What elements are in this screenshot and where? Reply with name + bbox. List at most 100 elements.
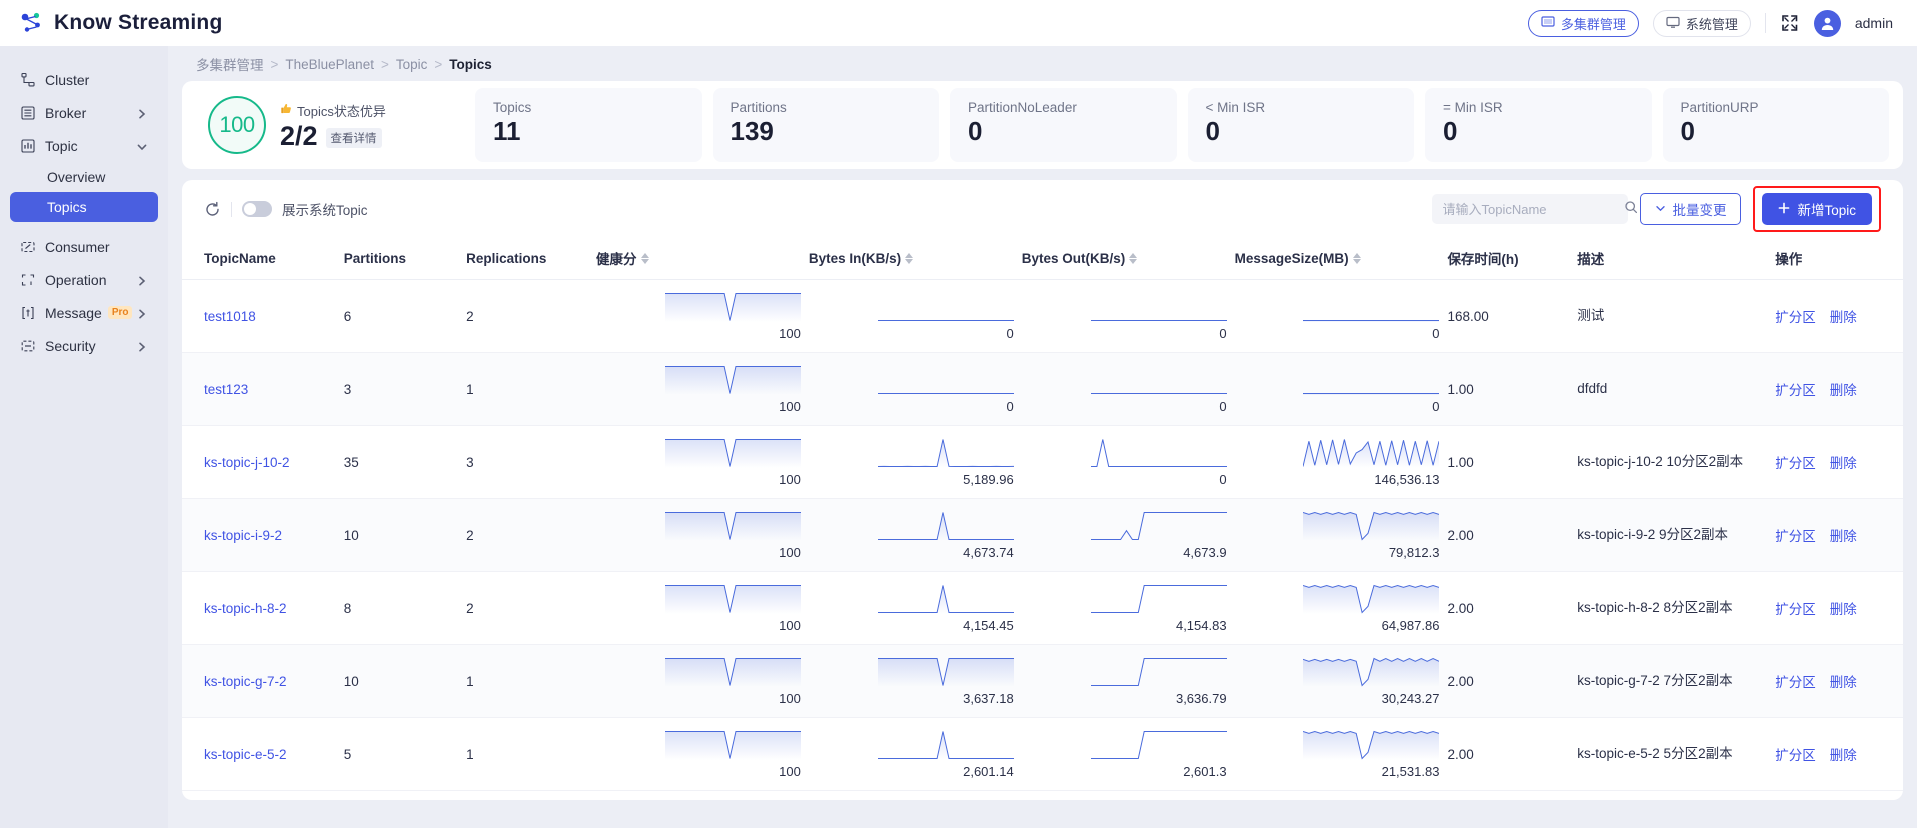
search-box[interactable] — [1432, 194, 1638, 224]
metric-value: 0 — [1680, 116, 1695, 146]
sidebar-item-message[interactable]: Message Pro — [10, 296, 158, 329]
topic-link[interactable]: test1018 — [204, 309, 256, 324]
delete-action[interactable]: 删除 — [1830, 525, 1857, 545]
delete-action[interactable]: 删除 — [1830, 379, 1857, 399]
multi-cluster-button[interactable]: 多集群管理 — [1527, 9, 1639, 37]
delete-action[interactable]: 删除 — [1830, 598, 1857, 618]
message-icon — [20, 305, 36, 321]
topic-link[interactable]: ks-topic-i-9-2 — [204, 528, 282, 543]
table-row[interactable]: ks-topic-j-10-2 35 3 100 5,189.96 0 146,536.13… — [182, 425, 1903, 499]
sort-icon[interactable] — [905, 252, 914, 264]
show-system-topic-toggle[interactable] — [242, 201, 272, 217]
cell-topicname: ks-topic-i-9-2 — [182, 498, 344, 572]
search-input[interactable] — [1442, 201, 1619, 217]
expand-partition-action[interactable]: 扩分区 — [1775, 744, 1816, 764]
sparkline-value: 100 — [779, 544, 801, 560]
expand-partition-action[interactable]: 扩分区 — [1775, 379, 1816, 399]
sparkline-value: 2,601.14 — [963, 763, 1014, 779]
table-row[interactable]: test123 3 1 100 0 0 0 1.00 dfdfd 扩分区 删除 — [182, 352, 1903, 426]
col-messagesize[interactable]: MessageSize(MB) — [1234, 238, 1448, 280]
show-system-topic-label: 展示系统Topic — [282, 203, 368, 218]
stats-panel: 100 Topics状态优异 2/2 查看详情 Topics 11 Partit… — [182, 81, 1903, 169]
topics-table: TopicName Partitions Replications 健康分 By… — [182, 238, 1903, 791]
expand-partition-action[interactable]: 扩分区 — [1775, 306, 1816, 326]
col-bytes-in[interactable]: Bytes In(KB/s) — [808, 238, 1022, 280]
sparkline-chart — [1303, 511, 1440, 544]
delete-action[interactable]: 删除 — [1830, 671, 1857, 691]
add-topic-label: 新增Topic — [1797, 203, 1856, 218]
pro-badge: Pro — [107, 306, 133, 319]
expand-partition-action[interactable]: 扩分区 — [1775, 452, 1816, 472]
topic-link[interactable]: ks-topic-j-10-2 — [204, 455, 290, 470]
cell-msg-size: 146,536.13 — [1234, 425, 1448, 499]
delete-action[interactable]: 删除 — [1830, 744, 1857, 764]
expand-partition-action[interactable]: 扩分区 — [1775, 671, 1816, 691]
fullscreen-icon[interactable] — [1780, 13, 1800, 33]
table-row[interactable]: ks-topic-h-8-2 8 2 100 4,154.45 4,154.83 64,98… — [182, 571, 1903, 645]
sparkline-chart — [1303, 657, 1440, 690]
sparkline-value: 0 — [1219, 398, 1227, 414]
cell-ops: 扩分区 删除 — [1775, 498, 1903, 572]
sort-icon[interactable] — [640, 252, 649, 264]
search-icon[interactable] — [1624, 200, 1638, 219]
breadcrumb-item[interactable]: TheBluePlanet — [285, 57, 374, 72]
sidebar-item-security[interactable]: Security — [10, 329, 158, 362]
cell-msg-size: 0 — [1234, 352, 1448, 426]
expand-partition-action[interactable]: 扩分区 — [1775, 598, 1816, 618]
sidebar-item-topic[interactable]: Topic — [10, 129, 158, 162]
batch-change-button[interactable]: 批量变更 — [1640, 193, 1742, 225]
table-row[interactable]: test1018 6 2 100 0 0 0 168.00 测试 扩分区 删除 — [182, 279, 1903, 353]
sparkline-value: 79,812.3 — [1388, 544, 1440, 560]
breadcrumb-item[interactable]: Topic — [396, 57, 428, 72]
expand-partition-action[interactable]: 扩分区 — [1775, 525, 1816, 545]
column-label: Bytes Out(KB/s) — [1021, 250, 1126, 266]
topic-link[interactable]: test123 — [204, 382, 248, 397]
sparkline-chart — [877, 365, 1014, 398]
sparkline-chart — [1090, 584, 1227, 617]
sidebar-item-broker[interactable]: Broker — [10, 96, 158, 129]
sidebar-item-consumer[interactable]: Consumer — [10, 230, 158, 263]
col-retention: 保存时间(h) — [1447, 238, 1578, 280]
sparkline-value: 2,601.3 — [1183, 763, 1227, 779]
cell-desc: ks-topic-i-9-2 9分区2副本 — [1577, 498, 1776, 572]
sidebar-item-operation[interactable]: Operation — [10, 263, 158, 296]
sort-icon[interactable] — [1129, 252, 1138, 264]
cell-bytes-out: 0 — [1021, 425, 1235, 499]
metric-tiles: Topics 11 Partitions 139 PartitionNoLead… — [475, 88, 1889, 162]
broker-icon — [20, 105, 36, 121]
view-detail-link[interactable]: 查看详情 — [325, 127, 382, 148]
delete-action[interactable]: 删除 — [1830, 452, 1857, 472]
sidebar-item-overview[interactable]: Overview — [10, 162, 158, 192]
refresh-icon[interactable] — [204, 201, 221, 218]
user-avatar-icon[interactable] — [1813, 9, 1841, 37]
sidebar-item-label: Topic — [45, 137, 78, 154]
breadcrumb-item[interactable]: 多集群管理 — [196, 54, 264, 74]
cell-health: 100 — [596, 279, 809, 353]
metric-value: 11 — [493, 116, 521, 146]
topic-link[interactable]: ks-topic-h-8-2 — [204, 601, 287, 616]
cell-replications: 1 — [466, 717, 596, 791]
col-health[interactable]: 健康分 — [596, 238, 809, 280]
table-row[interactable]: ks-topic-e-5-2 5 1 100 2,601.14 2,601.3 21,531… — [182, 717, 1903, 791]
sparkline-value: 100 — [779, 325, 801, 341]
col-desc: 描述 — [1577, 238, 1776, 280]
breadcrumb-current: Topics — [449, 56, 492, 72]
cell-bytes-out: 2,601.3 — [1021, 717, 1235, 791]
sparkline-value: 0 — [1006, 325, 1014, 341]
sidebar-item-cluster[interactable]: Cluster — [10, 63, 158, 96]
topic-link[interactable]: ks-topic-e-5-2 — [204, 747, 287, 762]
system-management-button[interactable]: 系统管理 — [1652, 9, 1751, 37]
delete-action[interactable]: 删除 — [1830, 306, 1857, 326]
sidebar-item-topics[interactable]: Topics — [10, 192, 158, 222]
table-row[interactable]: ks-topic-i-9-2 10 2 100 4,673.74 4,673.9 79,81… — [182, 498, 1903, 572]
sparkline-value: 4,154.45 — [963, 617, 1014, 633]
add-topic-button[interactable]: 新增Topic — [1762, 193, 1872, 225]
metric-value: 139 — [730, 116, 774, 146]
table-row[interactable]: ks-topic-g-7-2 10 1 100 3,637.18 3,636.79 30,2… — [182, 644, 1903, 718]
toolbar-divider — [231, 201, 232, 217]
topic-link[interactable]: ks-topic-g-7-2 — [204, 674, 287, 689]
cell-retention: 1.00 — [1447, 425, 1578, 499]
cell-msg-size: 64,987.86 — [1234, 571, 1448, 645]
sort-icon[interactable] — [1352, 252, 1361, 264]
col-bytes-out[interactable]: Bytes Out(KB/s) — [1021, 238, 1235, 280]
